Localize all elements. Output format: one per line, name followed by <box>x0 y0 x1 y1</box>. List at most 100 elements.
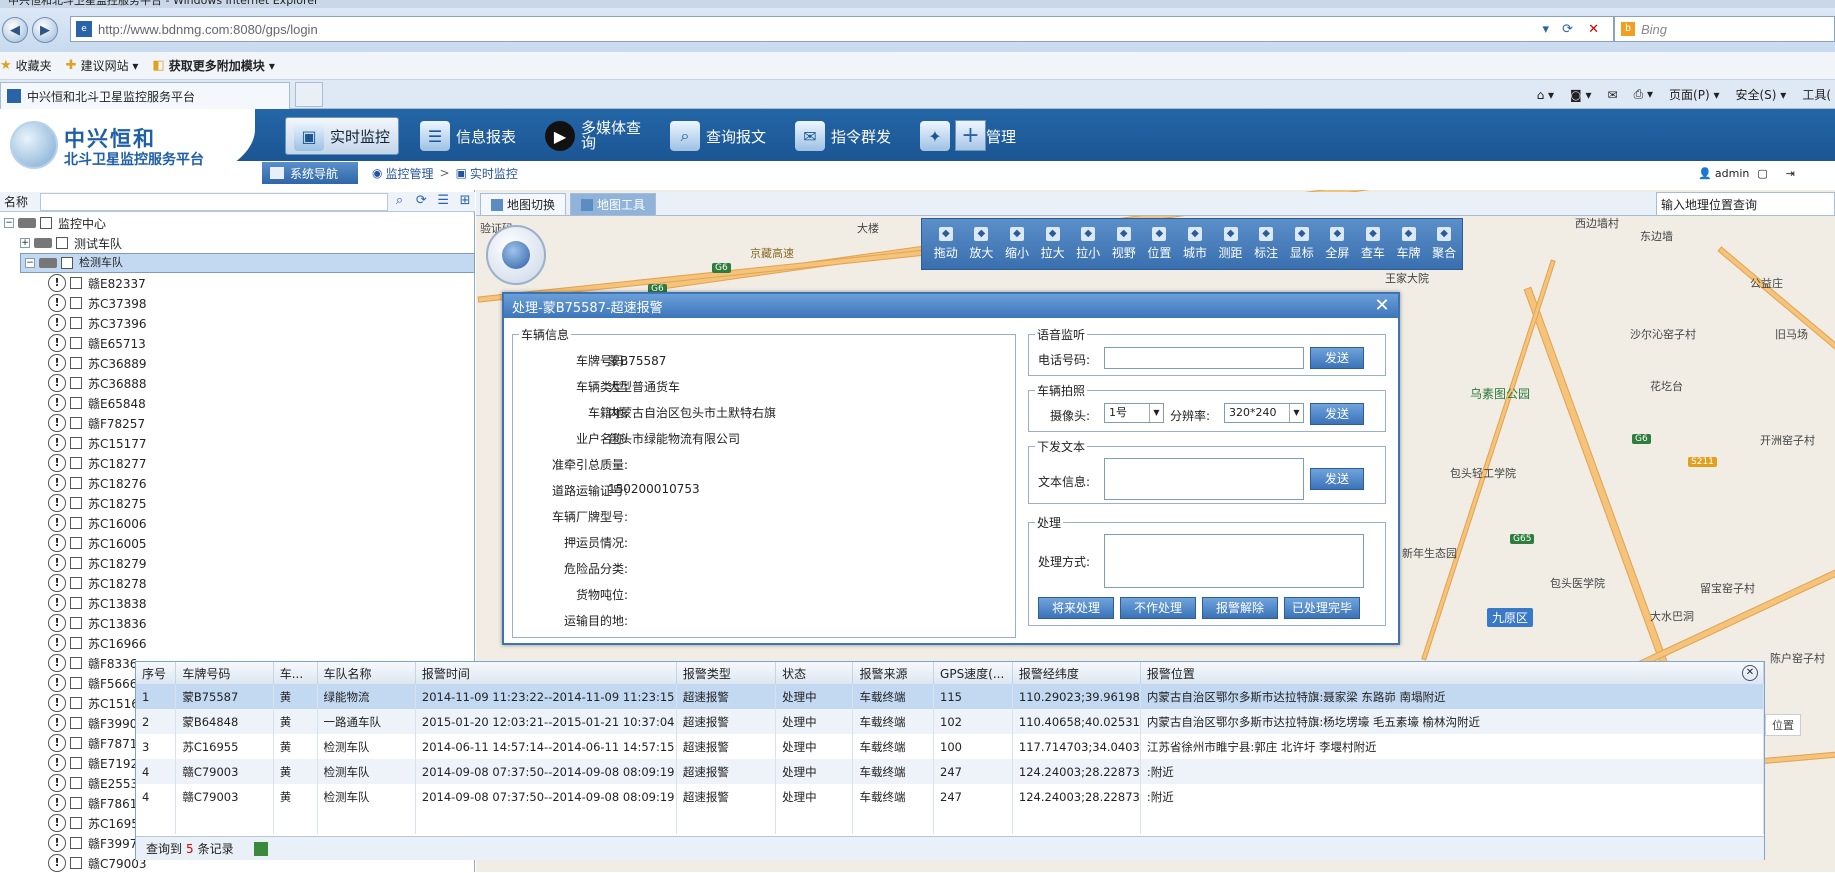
table-row[interactable]: 3 苏C16955 黄检测车队 2014-06-11 14:57:14--2014-0… <box>136 734 1765 759</box>
back-button[interactable]: ◀ <box>2 17 28 43</box>
tree-vehicle-item[interactable]: ! 赣F5666 <box>48 673 137 693</box>
checkbox[interactable] <box>70 517 82 529</box>
tree-vehicle-item[interactable]: ! 苏C18278 <box>48 573 147 593</box>
column-header[interactable]: 车... <box>273 662 318 684</box>
map-tool-1[interactable]: ◆ 放大 <box>964 227 1000 261</box>
checkbox[interactable] <box>70 777 82 789</box>
checkbox[interactable] <box>70 637 82 649</box>
checkbox[interactable] <box>70 297 82 309</box>
table-row[interactable]: 1 蒙B75587 黄绿能物流 2014-11-09 11:23:22--2014-1… <box>136 684 1765 709</box>
checkbox[interactable] <box>40 217 52 229</box>
tree-vehicle-item[interactable]: ! 苏C13838 <box>48 593 147 613</box>
checkbox[interactable] <box>70 737 82 749</box>
checkbox[interactable] <box>70 537 82 549</box>
safety-menu[interactable]: 安全(S) ▾ <box>1735 86 1786 103</box>
column-header[interactable]: 报警时间 <box>415 662 677 684</box>
checkbox[interactable] <box>70 337 82 349</box>
tree-vehicle-item[interactable]: ! 苏C16006 <box>48 513 147 533</box>
add-menu-button[interactable]: + <box>955 120 986 151</box>
map-tool-0[interactable]: ◆ 拖动 <box>928 227 964 261</box>
column-header[interactable]: 报警位置 <box>1140 662 1765 684</box>
map-tool-8[interactable]: ◆ 测距 <box>1213 227 1249 261</box>
map-tool-10[interactable]: ◆ 显标 <box>1284 227 1320 261</box>
checkbox[interactable] <box>70 317 82 329</box>
tree-node[interactable]: + 测试车队 <box>20 233 122 253</box>
suggested-sites[interactable]: ✚ 建议网站 ▾ <box>66 57 139 74</box>
close-icon[interactable]: ✕ <box>1742 665 1758 681</box>
tree-vehicle-item[interactable]: ! 苏C18276 <box>48 473 147 493</box>
tree-vehicle-item[interactable]: ! 苏C16966 <box>48 633 147 653</box>
compat-icon[interactable]: ▾ <box>1542 22 1549 37</box>
tree-vehicle-item[interactable]: ! 苏C36888 <box>48 373 147 393</box>
tree-vehicle-item[interactable]: ! 苏C16005 <box>48 533 147 553</box>
expand-icon[interactable]: + <box>20 238 30 248</box>
checkbox[interactable] <box>70 617 82 629</box>
checkbox[interactable] <box>70 497 82 509</box>
page-menu[interactable]: 页面(P) ▾ <box>1669 86 1719 103</box>
stop-icon[interactable]: ✕ <box>1588 22 1599 37</box>
tree-vehicle-item[interactable]: ! 赣F7871 <box>48 733 137 753</box>
checkbox[interactable] <box>70 377 82 389</box>
no-action-button[interactable]: 不作处理 <box>1120 597 1196 619</box>
search-icon[interactable]: ⌕ <box>390 193 410 211</box>
list-icon[interactable]: ☰ <box>433 193 453 211</box>
address-query-input[interactable]: 输入地理位置查询 <box>1656 192 1835 216</box>
tools-menu[interactable]: 工具( <box>1802 86 1831 103</box>
checkbox[interactable] <box>70 557 82 569</box>
checkbox[interactable] <box>70 277 82 289</box>
checkbox[interactable] <box>70 697 82 709</box>
checkbox[interactable] <box>70 597 82 609</box>
photo-send-button[interactable]: 发送 <box>1310 403 1364 425</box>
checkbox[interactable] <box>70 797 82 809</box>
tree-vehicle-item[interactable]: ! 赣E2553 <box>48 773 138 793</box>
checkbox[interactable] <box>70 757 82 769</box>
checkbox[interactable] <box>70 657 82 669</box>
phone-input[interactable] <box>1104 347 1304 369</box>
column-header[interactable]: 状态 <box>775 662 854 684</box>
get-addons[interactable]: ◧ 获取更多附加模块 ▾ <box>152 57 275 74</box>
tree-vehicle-item[interactable]: ! 苏C13836 <box>48 613 147 633</box>
tree-vehicle-item[interactable]: ! 赣E65848 <box>48 393 146 413</box>
map-pan-control[interactable] <box>486 225 546 285</box>
map-tool-11[interactable]: ◆ 全屏 <box>1320 227 1356 261</box>
tree-vehicle-item[interactable]: ! 赣E65713 <box>48 333 146 353</box>
address-bar[interactable]: e http://www.bdnmg.com:8080/gps/login ▾ … <box>70 16 1614 42</box>
new-tab-button[interactable] <box>295 82 323 107</box>
tree-vehicle-item[interactable]: ! 苏C1695 <box>48 813 139 833</box>
refresh-icon[interactable]: ⟳ <box>1562 22 1573 37</box>
column-header[interactable]: 车牌号码 <box>175 662 274 684</box>
checkbox[interactable] <box>70 817 82 829</box>
checkbox[interactable] <box>70 397 82 409</box>
logout-icon[interactable]: ⇥ <box>1786 167 1795 180</box>
tree-vehicle-item[interactable]: ! 苏C18277 <box>48 453 147 473</box>
tab-map-switch[interactable]: 地图切换 <box>480 193 567 215</box>
tree-vehicle-item[interactable]: ! 苏C18275 <box>48 493 147 513</box>
forward-button[interactable]: ▶ <box>32 17 58 43</box>
checkbox[interactable] <box>70 437 82 449</box>
checkbox[interactable] <box>70 357 82 369</box>
map-tool-13[interactable]: ◆ 车牌 <box>1391 227 1427 261</box>
tree-vehicle-item[interactable]: ! 赣F78257 <box>48 413 145 433</box>
checkbox[interactable] <box>70 577 82 589</box>
text-send-button[interactable]: 发送 <box>1310 468 1364 490</box>
tree-vehicle-item[interactable]: ! 赣F7861 <box>48 793 137 813</box>
map-tool-5[interactable]: ◆ 视野 <box>1106 227 1142 261</box>
checkbox[interactable] <box>70 457 82 469</box>
refresh-icon[interactable]: ⟳ <box>411 193 431 211</box>
tree-vehicle-item[interactable]: ! 赣F8336 <box>48 653 137 673</box>
map-tool-12[interactable]: ◆ 查车 <box>1355 227 1391 261</box>
tree-vehicle-item[interactable]: ! 苏C18279 <box>48 553 147 573</box>
column-header[interactable]: 报警来源 <box>852 662 935 684</box>
menu-multimedia[interactable]: ▶ 多媒体查询 <box>545 117 655 155</box>
filter-icon[interactable]: ⊞ <box>455 193 475 211</box>
checkbox[interactable] <box>61 257 73 269</box>
home-icon[interactable]: ⌂ ▾ <box>1537 88 1554 102</box>
map-tool-4[interactable]: ◆ 拉小 <box>1070 227 1106 261</box>
map-tool-14[interactable]: ◆ 聚合 <box>1426 227 1462 261</box>
tree-vehicle-item[interactable]: ! 苏C37396 <box>48 313 147 333</box>
table-row[interactable]: 2 蒙B64848 黄一路通车队 2015-01-20 12:03:21--2015-… <box>136 709 1765 734</box>
map-tool-6[interactable]: ◆ 位置 <box>1142 227 1178 261</box>
column-header[interactable]: 报警经纬度 <box>1012 662 1141 684</box>
resolution-select[interactable]: 320*240 ▼ <box>1224 403 1304 423</box>
tree-vehicle-item[interactable]: ! 赣C79003 <box>48 853 147 873</box>
